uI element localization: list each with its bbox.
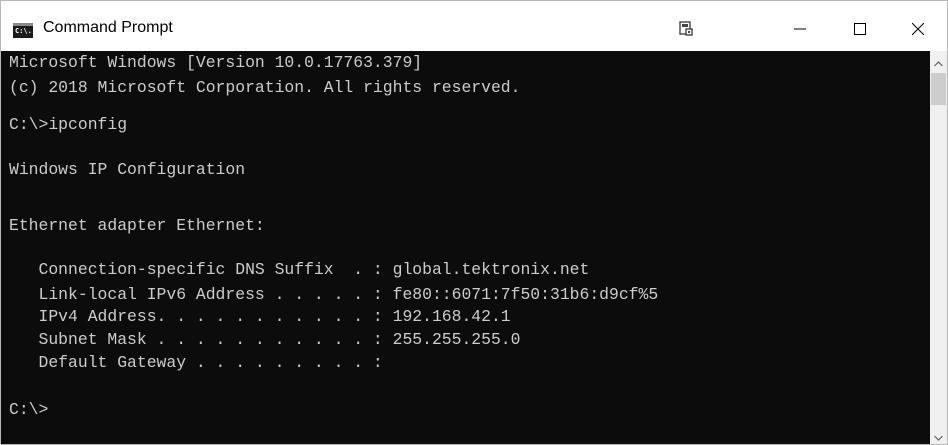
scroll-down-arrow-icon bbox=[934, 435, 943, 441]
terminal-line-copyright: (c) 2018 Microsoft Corporation. All righ… bbox=[9, 78, 521, 97]
terminal-line-subnet: Subnet Mask . . . . . . . . . . . : 255.… bbox=[9, 330, 521, 349]
minimize-icon bbox=[794, 28, 806, 30]
terminal-line-command: C:\>ipconfig bbox=[9, 115, 128, 134]
command-prompt-window: C:\. Command Prompt Microsoft Windows [V… bbox=[0, 0, 948, 445]
scroll-up-arrow-icon bbox=[934, 60, 943, 66]
close-button[interactable] bbox=[895, 13, 941, 45]
terminal-prompt[interactable]: C:\> bbox=[9, 400, 48, 420]
terminal-line-ipv4: IPv4 Address. . . . . . . . . . . : 192.… bbox=[9, 307, 511, 326]
terminal-line-version: Microsoft Windows [Version 10.0.17763.37… bbox=[9, 53, 423, 72]
terminal-output[interactable]: Microsoft Windows [Version 10.0.17763.37… bbox=[1, 51, 930, 444]
window-properties-button[interactable] bbox=[663, 13, 709, 45]
terminal-line-adapter: Ethernet adapter Ethernet: bbox=[9, 216, 265, 235]
vertical-scrollbar[interactable] bbox=[930, 51, 947, 444]
cmd-app-icon[interactable]: C:\. bbox=[13, 23, 33, 38]
window-title: Command Prompt bbox=[43, 19, 173, 36]
close-icon bbox=[912, 23, 924, 35]
cmd-app-icon-label: C:\. bbox=[15, 27, 32, 35]
terminal-line-gateway: Default Gateway . . . . . . . . . : bbox=[9, 353, 383, 372]
title-bar[interactable]: C:\. Command Prompt bbox=[1, 1, 947, 51]
maximize-icon bbox=[854, 23, 866, 35]
maximize-button[interactable] bbox=[837, 13, 883, 45]
scrollbar-thumb[interactable] bbox=[931, 73, 946, 105]
terminal-line-ipv6: Link-local IPv6 Address . . . . . : fe80… bbox=[9, 285, 659, 304]
scroll-up-button[interactable] bbox=[930, 55, 947, 72]
terminal-line-heading: Windows IP Configuration bbox=[9, 160, 246, 179]
scroll-down-button[interactable] bbox=[930, 429, 947, 444]
terminal-line-dns-suffix: Connection-specific DNS Suffix . : globa… bbox=[9, 260, 590, 279]
minimize-button[interactable] bbox=[777, 13, 823, 45]
window-properties-icon bbox=[679, 21, 693, 36]
